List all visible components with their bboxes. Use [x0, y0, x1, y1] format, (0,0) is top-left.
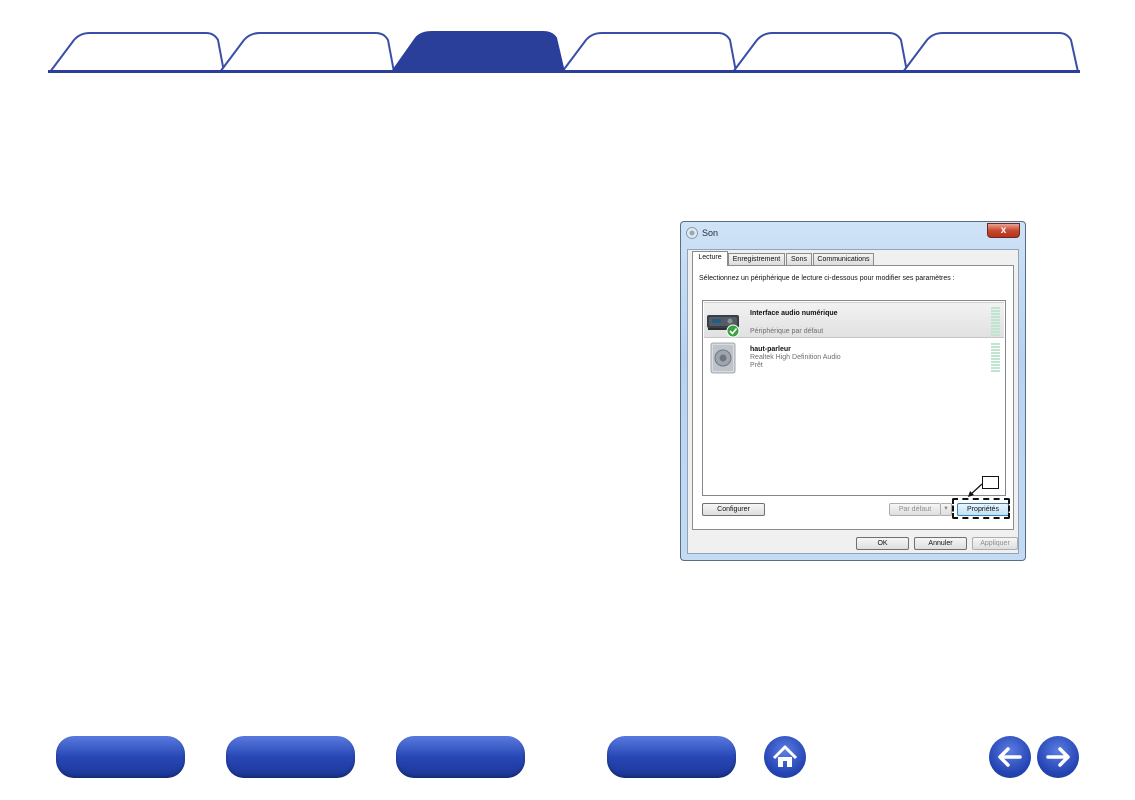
- level-meter: [991, 307, 1000, 337]
- properties-callout-frame: [952, 498, 1010, 519]
- device-name: Interface audio numérique: [750, 310, 838, 317]
- tab-enregistrement[interactable]: Enregistrement: [728, 253, 785, 265]
- top-tab-strip: [0, 0, 1135, 80]
- home-icon: [772, 745, 798, 767]
- arrow-left-icon: [998, 747, 1022, 767]
- top-tabs-graphic: [48, 31, 1080, 73]
- close-icon: x: [1000, 225, 1007, 236]
- device-item-digital-interface[interactable]: Interface audio numérique Périphérique p…: [704, 302, 1004, 338]
- previous-page-button[interactable]: [989, 736, 1031, 778]
- device-driver: Realtek High Definition Audio: [750, 354, 841, 361]
- bottom-nav-button-3[interactable]: [396, 736, 525, 778]
- tab-sons[interactable]: Sons: [786, 253, 812, 265]
- speaker-icon: [710, 342, 736, 374]
- top-tab-6[interactable]: [901, 32, 1080, 73]
- level-meter: [991, 343, 1000, 373]
- top-tab-1[interactable]: [48, 32, 226, 73]
- close-button[interactable]: x: [987, 223, 1020, 238]
- device-name: haut-parleur: [750, 346, 791, 353]
- dialog-title: Son: [702, 228, 719, 238]
- top-tab-2[interactable]: [218, 32, 396, 73]
- dialog-titlebar[interactable]: Son x: [681, 222, 1025, 246]
- tab-communications[interactable]: Communications: [813, 253, 874, 265]
- device-status: Périphérique par défaut: [750, 328, 824, 335]
- digital-audio-interface-icon: [707, 315, 740, 338]
- bottom-nav-button-4[interactable]: [607, 736, 736, 778]
- top-tab-4[interactable]: [560, 32, 738, 73]
- set-default-button[interactable]: Par défaut: [889, 503, 941, 516]
- bottom-nav-button-1[interactable]: [56, 736, 185, 778]
- arrow-right-icon: [1046, 747, 1070, 767]
- speaker-title-icon: [686, 227, 698, 239]
- tab-lecture[interactable]: Lecture: [692, 251, 728, 266]
- device-list[interactable]: Interface audio numérique Périphérique p…: [702, 300, 1006, 496]
- bottom-nav-button-2[interactable]: [226, 736, 355, 778]
- device-item-speaker[interactable]: haut-parleur Realtek High Definition Aud…: [704, 339, 1004, 375]
- device-status: Prêt: [750, 362, 763, 369]
- instruction-text: Sélectionnez un périphérique de lecture …: [699, 275, 955, 282]
- cancel-button[interactable]: Annuler: [914, 537, 967, 550]
- top-tab-5[interactable]: [731, 32, 909, 73]
- ok-button[interactable]: OK: [856, 537, 909, 550]
- next-page-button[interactable]: [1037, 736, 1079, 778]
- top-tab-baseline: [48, 70, 1080, 73]
- callout-arrow-icon: [968, 483, 983, 497]
- top-tab-3-active[interactable]: [390, 31, 566, 73]
- configure-button[interactable]: Configurer: [702, 503, 765, 516]
- home-button[interactable]: [764, 736, 806, 778]
- sound-dialog: Son x Lecture Enregistrement Sons Commun…: [680, 221, 1026, 561]
- chevron-down-icon: ▼: [943, 506, 949, 512]
- set-default-dropdown[interactable]: ▼: [941, 503, 952, 516]
- apply-button[interactable]: Appliquer: [972, 537, 1018, 550]
